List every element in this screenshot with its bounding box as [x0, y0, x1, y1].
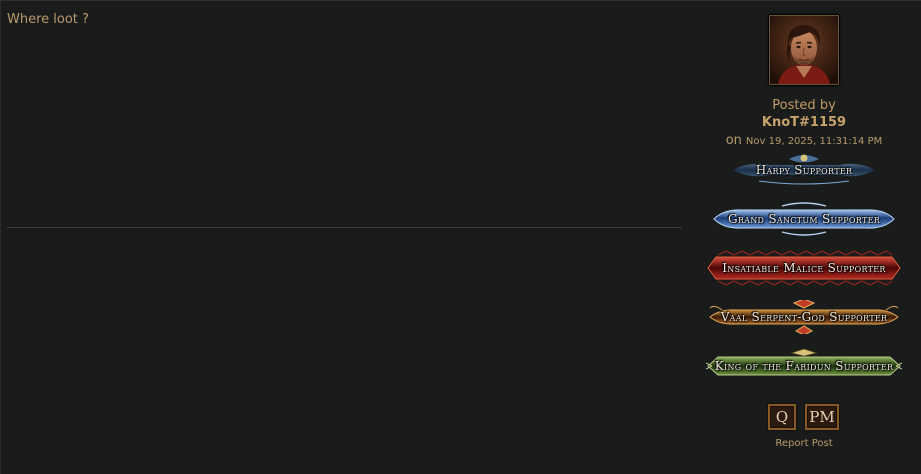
badge-grand-sanctum-label: Grand Sanctum Supporter — [727, 212, 881, 226]
private-message-button[interactable]: PM — [805, 404, 839, 430]
quote-button[interactable]: Q — [768, 404, 796, 430]
post-content: Where loot ? — [7, 12, 89, 27]
badge-king-of-the-faridun-label: King of the Faridun Supporter — [714, 359, 894, 373]
badge-king-of-the-faridun-supporter: King of the Faridun Supporter — [706, 349, 902, 383]
post-divider — [7, 227, 682, 228]
badge-insatiable-malice-label: Insatiable Malice Supporter — [722, 261, 886, 275]
report-post-link[interactable]: Report Post — [694, 438, 914, 449]
posted-by-label: Posted by — [772, 98, 836, 113]
on-label: on — [725, 133, 742, 148]
badge-grand-sanctum-supporter: Grand Sanctum Supporter — [712, 202, 896, 236]
badge-harpy-label: Harpy Supporter — [755, 163, 853, 177]
badge-harpy-supporter: Harpy Supporter — [729, 153, 879, 187]
badge-vaal-serpent-god-label: Vaal Serpent-God Supporter — [720, 310, 888, 324]
author-username[interactable]: KnoT#1159 — [694, 115, 914, 130]
badge-vaal-serpent-god-supporter: Vaal Serpent-God Supporter — [706, 300, 902, 334]
badge-insatiable-malice-supporter: Insatiable Malice Supporter — [706, 251, 902, 285]
post-date: on Nov 19, 2025, 11:31:14 PM — [694, 133, 914, 148]
post-author-sidebar: Posted by KnoT#1159 on Nov 19, 2025, 11:3… — [694, 1, 914, 474]
avatar-portrait-icon — [770, 16, 838, 84]
avatar[interactable] — [769, 15, 839, 85]
post-timestamp: Nov 19, 2025, 11:31:14 PM — [745, 136, 883, 147]
